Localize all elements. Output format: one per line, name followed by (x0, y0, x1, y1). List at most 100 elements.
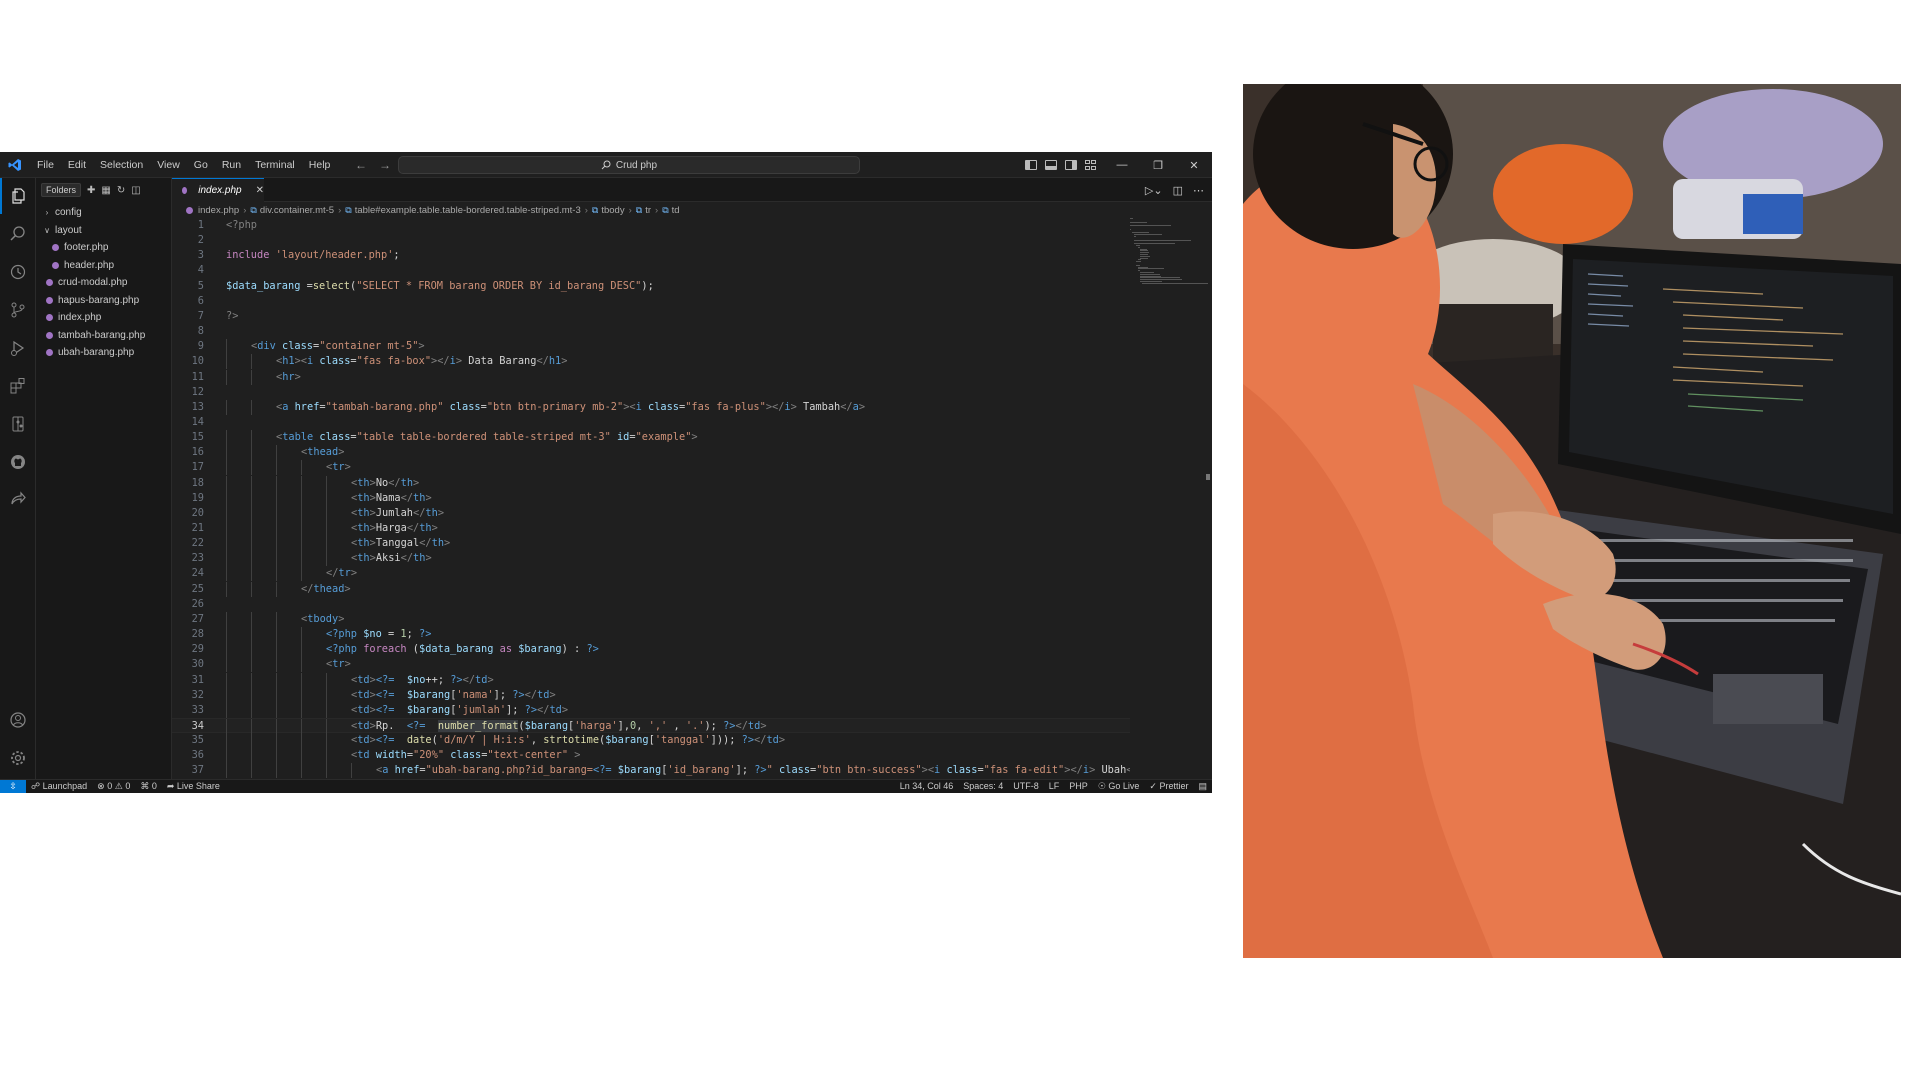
code-line[interactable]: 24 </tr> (172, 566, 1130, 582)
code-line[interactable]: 13 <a href="tambah-barang.php" class="btn… (172, 399, 1130, 415)
menu-item-selection[interactable]: Selection (93, 152, 150, 178)
tab-index-php[interactable]: index.php ✕ (172, 178, 264, 202)
back-arrow-icon[interactable]: ← (355, 158, 367, 172)
problems-status[interactable]: ⊗ 0 ⚠ 0 (92, 781, 135, 792)
code-line[interactable]: 4 (172, 263, 1130, 278)
code-line[interactable]: 6 (172, 294, 1130, 309)
code-line[interactable]: 33 <td><?= $barang['jumlah']; ?></td> (172, 702, 1130, 718)
code-line[interactable]: 25 </thead> (172, 581, 1130, 597)
indentation[interactable]: Spaces: 4 (958, 781, 1008, 792)
menu-item-view[interactable]: View (150, 152, 187, 178)
code-line[interactable]: 27 <tbody> (172, 611, 1130, 627)
code-line[interactable]: 28 <?php $no = 1; ?> (172, 627, 1130, 643)
customize-layout-icon[interactable] (1085, 160, 1097, 170)
tree-file[interactable]: crud-modal.php (36, 274, 172, 292)
code-line[interactable]: 9 <div class="container mt-5"> (172, 339, 1130, 355)
git-graph-icon[interactable] (0, 406, 36, 442)
menu-item-go[interactable]: Go (187, 152, 215, 178)
code-line[interactable]: 19 <th>Nama</th> (172, 490, 1130, 506)
account-icon[interactable] (0, 702, 36, 738)
code-line[interactable]: 34 <td>Rp. <?= number_format($barang['har… (172, 717, 1130, 734)
minimap[interactable] (1130, 218, 1208, 288)
code-line[interactable]: 16 <thead> (172, 445, 1130, 461)
live-share-status[interactable]: ➦ Live Share (162, 781, 225, 792)
command-center[interactable]: Crud php (398, 156, 860, 174)
tree-file[interactable]: tambah-barang.php (36, 327, 172, 345)
forward-arrow-icon[interactable]: → (379, 158, 391, 172)
code-line[interactable]: 11 <hr> (172, 369, 1130, 385)
live-share-icon[interactable] (0, 482, 36, 518)
new-folder-icon[interactable]: ▦ (101, 185, 110, 196)
tree-file[interactable]: index.php (36, 309, 172, 327)
collapse-all-icon[interactable]: ◫ (131, 185, 140, 196)
timeline-icon[interactable] (0, 254, 36, 290)
code-line[interactable]: 8 (172, 324, 1130, 339)
code-line[interactable]: 10 <h1><i class="fas fa-box"></i> Data Ba… (172, 354, 1130, 370)
breadcrumb-item[interactable]: td (672, 205, 680, 216)
code-line[interactable]: 17 <tr> (172, 460, 1130, 476)
tree-file[interactable]: footer.php (36, 239, 172, 257)
code-line[interactable]: 1 <?php (172, 218, 1130, 233)
code-line[interactable]: 5 $data_barang =select("SELECT * FROM bar… (172, 279, 1130, 294)
launchpad-status[interactable]: ☍ Launchpad (26, 781, 92, 792)
code-line[interactable]: 31 <td><?= $no++; ?></td> (172, 672, 1130, 688)
tree-folder[interactable]: › config (36, 204, 172, 222)
code-line[interactable]: 21 <th>Harga</th> (172, 521, 1130, 536)
extensions-icon[interactable] (0, 368, 36, 404)
toggle-primary-sidebar-icon[interactable] (1025, 160, 1037, 170)
code-line[interactable]: 18 <th>No</th> (172, 475, 1130, 491)
scrollbar-marker[interactable] (1206, 474, 1210, 480)
search-icon[interactable] (0, 216, 36, 252)
code-line[interactable]: 37 <a href="ubah-barang.php?id_barang=<?=… (172, 763, 1130, 779)
source-control-icon[interactable] (0, 292, 36, 328)
code-editor[interactable]: 1 <?php 2 3 include 'layout/header.php'; 4 5 $d… (172, 218, 1130, 779)
remote-icon[interactable]: ⇳ (0, 779, 26, 793)
code-line[interactable]: 29 <?php foreach ($data_barang as $barang… (172, 642, 1130, 658)
breadcrumb-item[interactable]: table#example.table.table-bordered.table… (355, 205, 581, 216)
github-icon[interactable] (0, 444, 36, 480)
folders-label[interactable]: Folders (41, 183, 82, 197)
restore-icon[interactable]: ❐ (1140, 152, 1176, 178)
menu-item-file[interactable]: File (30, 152, 61, 178)
minimize-icon[interactable]: — (1104, 152, 1140, 178)
cursor-position[interactable]: Ln 34, Col 46 (895, 781, 959, 792)
code-line[interactable]: 14 (172, 415, 1130, 430)
code-line[interactable]: 7 ?> (172, 309, 1130, 324)
code-line[interactable]: 22 <th>Tanggal</th> (172, 536, 1130, 552)
more-actions-icon[interactable]: ⋯ (1193, 184, 1204, 197)
code-line[interactable]: 26 (172, 597, 1130, 612)
code-line[interactable]: 2 (172, 233, 1130, 248)
menu-item-help[interactable]: Help (302, 152, 338, 178)
toggle-secondary-sidebar-icon[interactable] (1065, 160, 1077, 170)
breadcrumb-item[interactable]: index.php (198, 205, 239, 216)
menu-item-run[interactable]: Run (215, 152, 248, 178)
code-line[interactable]: 30 <tr> (172, 657, 1130, 673)
tree-file[interactable]: header.php (36, 257, 172, 275)
close-window-icon[interactable]: ✕ (1176, 152, 1212, 178)
breadcrumb-item[interactable]: tr (645, 205, 651, 216)
code-line[interactable]: 23 <th>Aksi</th> (172, 551, 1130, 567)
explorer-icon[interactable] (0, 178, 36, 214)
menu-item-terminal[interactable]: Terminal (248, 152, 302, 178)
tree-folder[interactable]: ∨ layout (36, 222, 172, 240)
run-icon[interactable]: ▷⌄ (1145, 184, 1163, 197)
tree-file[interactable]: hapus-barang.php (36, 292, 172, 310)
refresh-icon[interactable]: ↻ (117, 185, 125, 196)
ports-status[interactable]: ⌘ 0 (135, 781, 162, 792)
notifications-bell-icon[interactable]: ▤ (1193, 781, 1212, 792)
split-editor-icon[interactable]: ◫ (1173, 184, 1183, 197)
code-line[interactable]: 12 (172, 385, 1130, 400)
settings-gear-icon[interactable] (0, 740, 36, 776)
code-line[interactable]: 36 <td width="20%" class="text-center" > (172, 748, 1130, 764)
toggle-panel-icon[interactable] (1045, 160, 1057, 170)
new-file-icon[interactable]: ✚ (87, 185, 95, 196)
encoding[interactable]: UTF-8 (1008, 781, 1044, 792)
go-live-status[interactable]: ☉ Go Live (1093, 781, 1145, 792)
tree-file[interactable]: ubah-barang.php (36, 344, 172, 362)
code-line[interactable]: 32 <td><?= $barang['nama']; ?></td> (172, 687, 1130, 703)
code-line[interactable]: 3 include 'layout/header.php'; (172, 248, 1130, 263)
end-of-line[interactable]: LF (1044, 781, 1065, 792)
code-line[interactable]: 15 <table class="table table-bordered tab… (172, 430, 1130, 446)
language-mode[interactable]: PHP (1064, 781, 1093, 792)
menu-item-edit[interactable]: Edit (61, 152, 93, 178)
